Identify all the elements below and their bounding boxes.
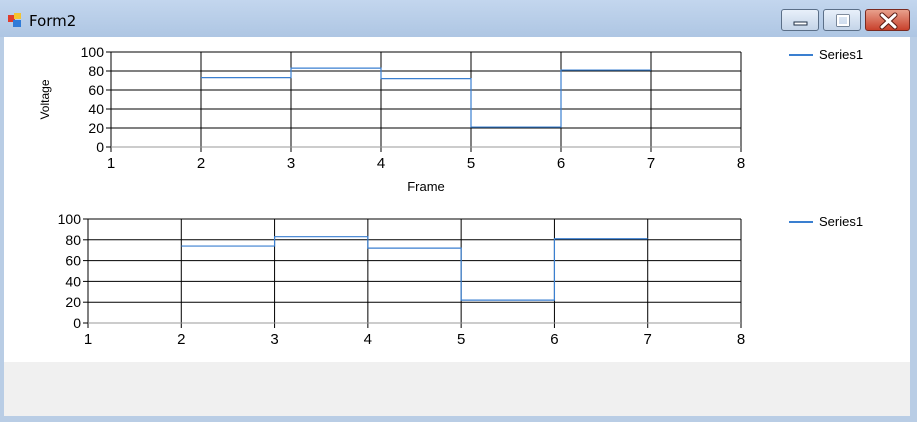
x-tick-label: 1: [107, 155, 115, 172]
x-tick-label: 6: [550, 331, 558, 348]
app-icon[interactable]: [7, 12, 23, 28]
x-tick-label: 3: [287, 155, 295, 172]
x-tick-label: 3: [270, 331, 278, 348]
y-tick-label: 100: [81, 44, 105, 60]
y-tick-label: 20: [88, 120, 104, 136]
x-tick-label: 1: [84, 331, 92, 348]
chart2-legend-label: Series1: [819, 214, 864, 229]
x-tick-label: 5: [467, 155, 475, 172]
x-tick-label: 6: [557, 155, 565, 172]
close-icon: [879, 12, 898, 30]
y-tick-label: 60: [88, 82, 104, 98]
form2-window: Form2 0 20 40 60 80 100 1 2 3 4 5 6 7 8 Frame Voltage 0…: [0, 0, 917, 422]
window-title: Form2: [29, 12, 77, 30]
voltage-chart-1[interactable]: 0 20 40 60 80 100 1 2 3 4 5 6 7 8 Frame Voltage: [4, 37, 910, 202]
y-tick-label: 0: [96, 139, 104, 155]
y-tick-label: 80: [88, 63, 104, 79]
title-bar[interactable]: Form2: [0, 0, 917, 37]
x-tick-label: 4: [377, 155, 385, 172]
maximize-button[interactable]: [823, 9, 861, 31]
x-tick-label: 8: [737, 331, 745, 348]
y-tick-label: 100: [58, 211, 82, 227]
y-tick-label: 0: [73, 315, 81, 331]
x-tick-label: 4: [364, 331, 372, 348]
y-tick-label: 40: [65, 273, 81, 289]
maximize-icon: [836, 14, 850, 27]
x-tick-label: 2: [197, 155, 205, 172]
minimize-icon: [793, 21, 808, 26]
y-tick-label: 20: [65, 294, 81, 310]
x-tick-label: 8: [737, 155, 745, 172]
y-tick-label: 40: [88, 101, 104, 117]
voltage-chart-2[interactable]: 0 20 40 60 80 100 1 2 3 4 5 6 7 8: [4, 202, 910, 362]
close-button[interactable]: [865, 9, 910, 31]
y-axis-title: Voltage: [38, 79, 52, 119]
series1-legend-line-1: [789, 54, 813, 56]
x-tick-label: 5: [457, 331, 465, 348]
series1-legend-line-2: [789, 221, 813, 223]
x-tick-label: 2: [177, 331, 185, 348]
window-bottom-border: [0, 416, 917, 422]
charts-panel: 0 20 40 60 80 100 1 2 3 4 5 6 7 8 Frame Voltage 0 20 40 60…: [4, 37, 910, 362]
x-tick-label: 7: [647, 155, 655, 172]
y-tick-label: 80: [65, 232, 81, 248]
chart1-legend-label: Series1: [819, 47, 864, 62]
x-tick-label: 7: [644, 331, 652, 348]
form-client-area: 0 20 40 60 80 100 1 2 3 4 5 6 7 8 Frame Voltage 0 20 40 60…: [4, 37, 910, 416]
y-tick-label: 60: [65, 253, 81, 269]
x-axis-title: Frame: [407, 179, 445, 194]
series-line-1: [201, 67, 651, 128]
series-line-1: [181, 236, 648, 301]
minimize-button[interactable]: [781, 9, 819, 31]
